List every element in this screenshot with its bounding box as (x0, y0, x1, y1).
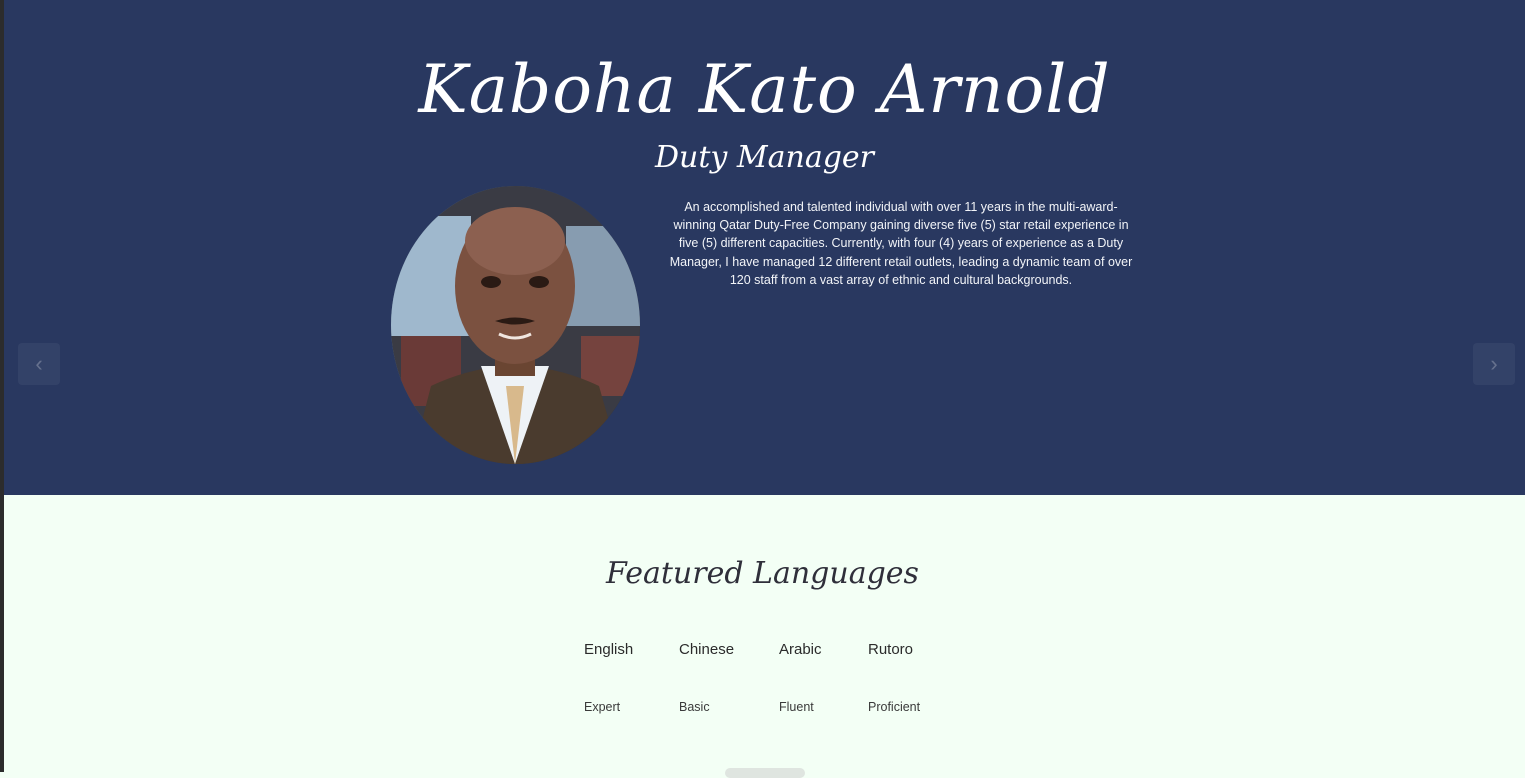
language-level: Expert (584, 700, 621, 714)
languages-section-title: Featured Languages (606, 556, 919, 591)
profile-role: Duty Manager (654, 140, 875, 175)
scroll-indicator[interactable] (725, 768, 805, 778)
language-item: English Expert (584, 640, 694, 715)
language-item: Rutoro Proficient (868, 640, 978, 715)
language-level: Proficient (868, 700, 921, 714)
profile-photo (391, 186, 640, 464)
carousel-prev-button[interactable]: ‹ (18, 343, 60, 385)
language-name: Rutoro (868, 641, 914, 658)
language-item: Chinese Basic (679, 640, 789, 715)
hero-section: Kaboha Kato Arnold Duty Manager An accom… (4, 0, 1525, 495)
language-name: Chinese (679, 641, 735, 658)
language-name: English (584, 641, 634, 658)
profile-name: Kaboha Kato Arnold (418, 51, 1111, 128)
profile-bio: An accomplished and talented individual … (669, 200, 1133, 287)
chevron-left-icon: ‹ (35, 351, 43, 376)
carousel-next-button[interactable]: › (1473, 343, 1515, 385)
chevron-right-icon: › (1490, 351, 1498, 376)
language-level: Basic (679, 700, 710, 714)
